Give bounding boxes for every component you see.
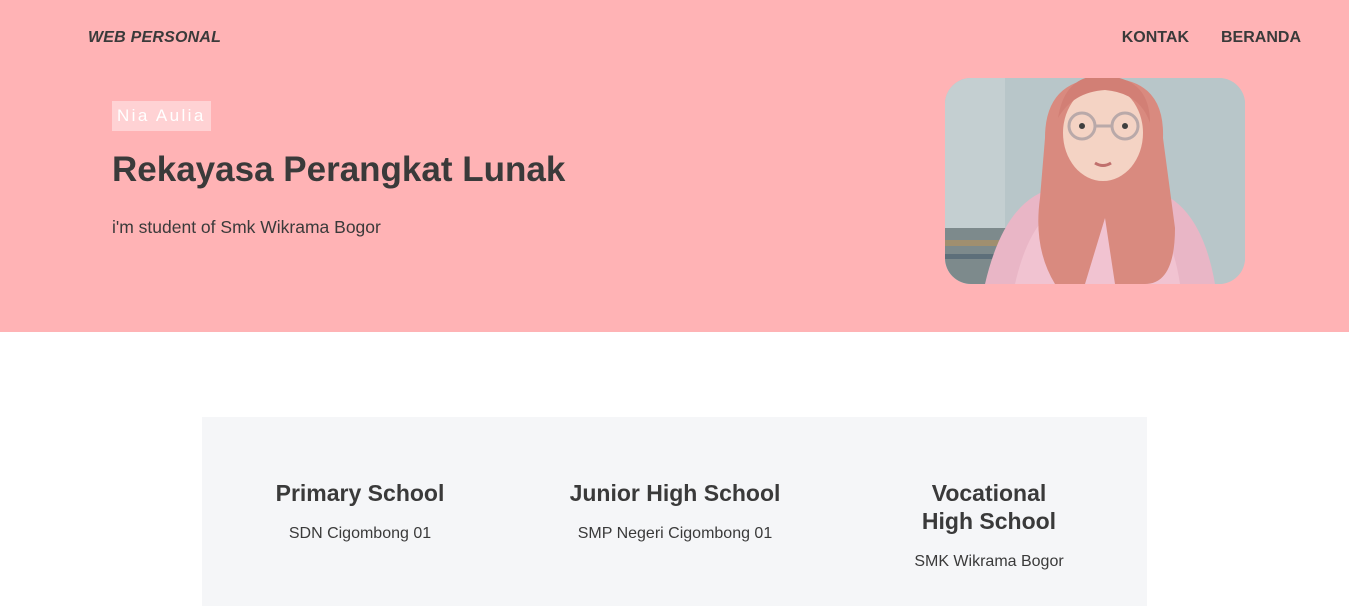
education-card: Primary School SDN Cigombong 01 [235,479,485,543]
education-title: Vocational High School [921,480,1057,534]
education-card: Junior High School SMP Negeri Cigombong … [550,479,800,543]
education-title: Junior High School [569,480,781,506]
profile-photo [945,78,1245,284]
hero-subtitle: i'm student of Smk Wikrama Bogor [112,217,381,237]
nav-link-beranda[interactable]: BERANDA [1221,29,1301,47]
main-nav: KONTAK BERANDA [1122,29,1301,47]
education-school: SMP Negeri Cigombong 01 [577,525,773,542]
education-school: SMK Wikrama Bogor [914,553,1064,570]
hero-section: WEB PERSONAL KONTAK BERANDA Nia Aulia Re… [0,0,1349,332]
education-section: Primary School SDN Cigombong 01 Junior H… [202,417,1147,606]
education-card: Vocational High School SMK Wikrama Bogor [864,479,1114,571]
site-brand[interactable]: WEB PERSONAL [88,29,221,47]
education-title: Primary School [275,480,445,506]
hero-title: Rekayasa Perangkat Lunak [112,150,566,189]
name-badge: Nia Aulia [112,101,211,131]
education-school: SDN Cigombong 01 [288,525,432,542]
nav-link-kontak[interactable]: KONTAK [1122,29,1189,47]
